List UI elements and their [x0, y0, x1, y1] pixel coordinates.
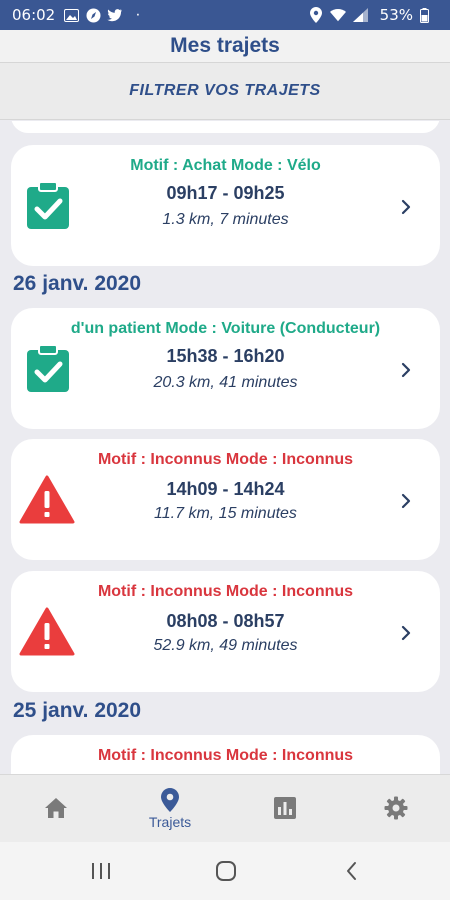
battery-level: 53%	[379, 6, 413, 24]
trip-card[interactable]: d'un patient Mode : Voiture (Conducteur)…	[11, 308, 440, 429]
trip-details: 1.3 km, 7 minutes	[162, 211, 289, 228]
page-title: Mes trajets	[170, 34, 280, 57]
recent-apps-button[interactable]	[86, 856, 116, 886]
trip-details: 11.7 km, 15 minutes	[154, 505, 297, 522]
status-time: 06:02	[12, 6, 56, 24]
home-icon	[45, 798, 67, 818]
trip-card[interactable]: Motif : Inconnus Mode : Inconnus	[11, 735, 440, 774]
recent-apps-icon	[92, 863, 110, 879]
signal-icon	[352, 7, 368, 23]
battery-icon	[416, 7, 432, 23]
location-pin-icon	[161, 788, 179, 812]
trip-hours: 08h08 - 08h57	[166, 611, 285, 631]
bar-chart-icon	[274, 797, 296, 819]
twitter-icon	[107, 7, 123, 23]
back-icon	[347, 862, 356, 880]
nav-trajets[interactable]: Trajets	[114, 775, 226, 843]
status-bar: 06:02 · 53%	[0, 0, 450, 30]
trip-card-partial[interactable]	[11, 121, 440, 133]
trip-motif: d'un patient Mode : Voiture (Conducteur)	[70, 320, 381, 337]
nav-home[interactable]	[0, 775, 112, 843]
date-header: 25 janv. 2020	[13, 699, 142, 722]
trip-card[interactable]: Motif : Inconnus Mode : Inconnus 14h09 -…	[11, 439, 440, 560]
home-button[interactable]	[211, 856, 241, 886]
chevron-right-icon	[401, 199, 411, 215]
chevron-right-icon	[401, 493, 411, 509]
nav-stats[interactable]	[229, 775, 341, 843]
trip-motif: Motif : Achat Mode : Vélo	[130, 157, 321, 174]
gallery-icon	[63, 7, 79, 23]
chevron-right-icon	[401, 625, 411, 641]
trip-card[interactable]: Motif : Inconnus Mode : Inconnus 08h08 -…	[11, 571, 440, 692]
wifi-icon	[329, 7, 346, 23]
chevron-right-icon	[401, 362, 411, 378]
trip-details: 52.9 km, 49 minutes	[153, 637, 298, 654]
nav-settings[interactable]	[340, 775, 450, 843]
trip-motif: Motif : Inconnus Mode : Inconnus	[97, 747, 354, 764]
home-button-icon	[216, 861, 236, 881]
gear-icon	[384, 796, 408, 820]
trip-hours: 09h17 - 09h25	[166, 183, 285, 203]
trip-hours: 14h09 - 14h24	[166, 479, 285, 499]
nav-trajets-label: Trajets	[148, 814, 192, 830]
date-header: 26 janv. 2020	[13, 272, 142, 295]
status-dot: ·	[135, 6, 141, 23]
trip-hours: 15h38 - 16h20	[166, 346, 285, 366]
location-icon	[308, 7, 324, 23]
trip-motif: Motif : Inconnus Mode : Inconnus	[97, 451, 354, 468]
back-button[interactable]	[337, 856, 367, 886]
filter-button[interactable]: FILTRER VOS TRAJETS	[0, 62, 450, 120]
compass-icon	[85, 7, 101, 23]
trip-motif: Motif : Inconnus Mode : Inconnus	[97, 583, 354, 600]
app-header: Mes trajets	[0, 30, 450, 62]
trips-list[interactable]: Motif : Achat Mode : Vélo 09h17 - 09h25 …	[0, 121, 450, 774]
filter-label: FILTRER VOS TRAJETS	[129, 82, 321, 99]
trip-card[interactable]: Motif : Achat Mode : Vélo 09h17 - 09h25 …	[11, 145, 440, 266]
system-navigation-bar	[0, 842, 450, 900]
bottom-navigation: Trajets	[0, 774, 450, 842]
trip-details: 20.3 km, 41 minutes	[153, 374, 298, 391]
